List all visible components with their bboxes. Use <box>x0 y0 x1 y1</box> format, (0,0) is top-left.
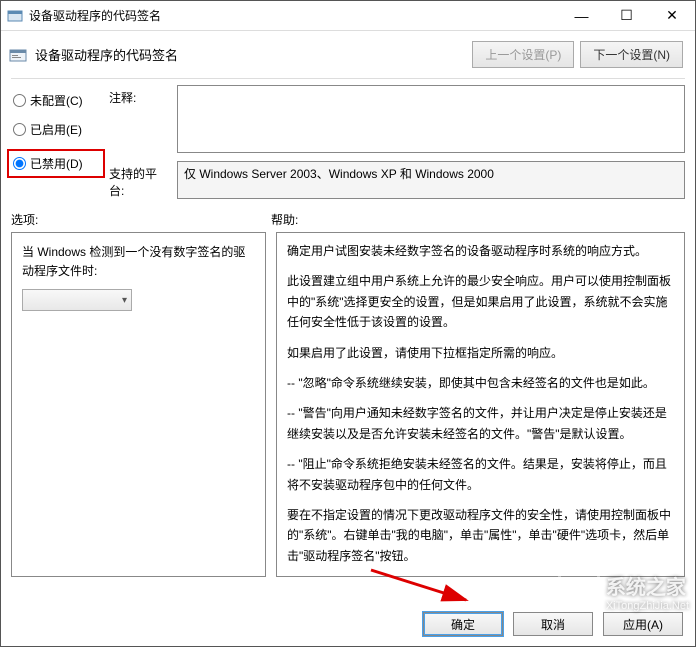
maximize-button[interactable]: ☐ <box>604 1 649 30</box>
minimize-button[interactable]: — <box>559 1 604 30</box>
lower-row: 当 Windows 检测到一个没有数字签名的驱动程序文件时: ▾ 确定用户试图安… <box>1 232 695 577</box>
radio-enabled[interactable]: 已启用(E) <box>11 120 101 139</box>
help-p1: 确定用户试图安装未经数字签名的设备驱动程序时系统的响应方式。 <box>287 241 674 261</box>
options-panel: 当 Windows 检测到一个没有数字签名的驱动程序文件时: ▾ <box>11 232 266 577</box>
window-controls: — ☐ ✕ <box>559 1 695 30</box>
window-icon <box>7 8 23 24</box>
help-p5: -- "警告"向用户通知未经数字签名的文件，并让用户决定是停止安装还是继续安装以… <box>287 403 674 444</box>
ok-button[interactable]: 确定 <box>423 612 503 636</box>
header-row: 设备驱动程序的代码签名 上一个设置(P) 下一个设置(N) <box>1 31 695 78</box>
radio-column: 未配置(C) 已启用(E) 已禁用(D) <box>11 85 101 207</box>
options-dropdown[interactable]: ▾ <box>22 289 132 311</box>
close-button[interactable]: ✕ <box>649 1 695 30</box>
radio-enabled-label: 已启用(E) <box>30 121 82 138</box>
help-panel[interactable]: 确定用户试图安装未经数字签名的设备驱动程序时系统的响应方式。 此设置建立组中用户… <box>276 232 685 577</box>
watermark-url: XiTongZhiJia.Net <box>606 600 689 612</box>
titlebar: 设备驱动程序的代码签名 — ☐ ✕ <box>1 1 695 31</box>
help-p2: 此设置建立组中用户系统上允许的最少安全响应。用户可以使用控制面板中的"系统"选择… <box>287 271 674 332</box>
options-text: 当 Windows 检测到一个没有数字签名的驱动程序文件时: <box>22 243 255 281</box>
radio-disabled[interactable]: 已禁用(D) <box>7 149 105 178</box>
radio-not-configured[interactable]: 未配置(C) <box>11 91 101 110</box>
help-p7: 要在不指定设置的情况下更改驱动程序文件的安全性，请使用控制面板中的"系统"。右键… <box>287 505 674 566</box>
footer-buttons: 确定 取消 应用(A) <box>423 612 683 636</box>
help-section-label: 帮助: <box>271 211 298 228</box>
window-title: 设备驱动程序的代码签名 <box>29 7 161 24</box>
config-area: 未配置(C) 已启用(E) 已禁用(D) 注释: 支持的平台: 仅 Window… <box>1 85 695 207</box>
options-section-label: 选项: <box>11 211 271 228</box>
help-p4: -- "忽略"命令系统继续安装，即使其中包含未经签名的文件也是如此。 <box>287 373 674 393</box>
fields-column: 注释: 支持的平台: 仅 Windows Server 2003、Windows… <box>109 85 685 207</box>
radio-disabled-label: 已禁用(D) <box>30 155 83 172</box>
header-title: 设备驱动程序的代码签名 <box>35 45 178 64</box>
policy-icon <box>9 46 27 64</box>
help-p6: -- "阻止"命令系统拒绝安装未经签名的文件。结果是，安装将停止，而且将不安装驱… <box>287 454 674 495</box>
supported-platforms-box: 仅 Windows Server 2003、Windows XP 和 Windo… <box>177 161 685 199</box>
radio-not-configured-label: 未配置(C) <box>30 92 83 109</box>
apply-button[interactable]: 应用(A) <box>603 612 683 636</box>
radio-not-configured-input[interactable] <box>13 94 26 107</box>
comment-label: 注释: <box>109 85 171 106</box>
help-p3: 如果启用了此设置，请使用下拉框指定所需的响应。 <box>287 343 674 363</box>
comment-textarea[interactable] <box>177 85 685 153</box>
next-setting-button[interactable]: 下一个设置(N) <box>580 41 683 68</box>
section-labels: 选项: 帮助: <box>1 207 695 232</box>
cancel-button[interactable]: 取消 <box>513 612 593 636</box>
radio-disabled-input[interactable] <box>13 157 26 170</box>
radio-enabled-input[interactable] <box>13 123 26 136</box>
prev-setting-button[interactable]: 上一个设置(P) <box>472 41 574 68</box>
platform-label: 支持的平台: <box>109 161 171 199</box>
chevron-down-icon: ▾ <box>122 295 127 306</box>
